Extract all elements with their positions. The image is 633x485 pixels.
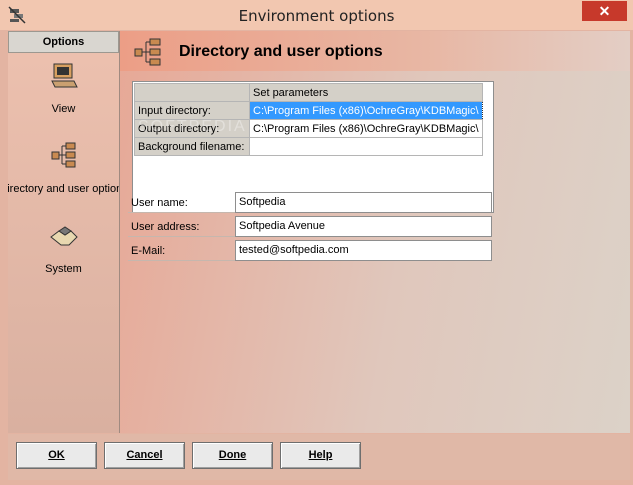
main-panel: Directory and user options Set parameter… bbox=[120, 31, 630, 433]
sidebar-item-label: System bbox=[45, 263, 82, 275]
user-name-label: User name: bbox=[128, 193, 235, 213]
output-directory-cell[interactable]: C:\Program Files (x86)\OchreGray\KDBMagi… bbox=[249, 119, 483, 138]
user-name-field[interactable]: Softpedia bbox=[235, 192, 492, 213]
grid-corner bbox=[134, 83, 250, 102]
email-field[interactable]: tested@softpedia.com bbox=[235, 240, 492, 261]
section-title: Directory and user options bbox=[179, 43, 383, 60]
done-button[interactable]: Done bbox=[192, 442, 273, 469]
cancel-button[interactable]: Cancel bbox=[104, 442, 185, 469]
watermark: SOFTPEDIA bbox=[138, 118, 247, 135]
user-address-field[interactable]: Softpedia Avenue bbox=[235, 216, 492, 237]
background-filename-cell[interactable] bbox=[249, 137, 483, 156]
ok-button[interactable]: OK bbox=[16, 442, 97, 469]
computer-icon bbox=[51, 63, 78, 88]
options-sidebar: Options View Directory and user options bbox=[8, 31, 120, 433]
grid-column-header: Set parameters bbox=[249, 83, 483, 102]
sidebar-item-system[interactable]: System bbox=[8, 221, 119, 281]
table-row: Input directory: C:\Program Files (x86)\… bbox=[134, 101, 483, 120]
window-title: Environment options bbox=[238, 7, 395, 25]
sidebar-body: View Directory and user options System bbox=[8, 53, 119, 433]
close-button[interactable]: ✕ bbox=[582, 1, 627, 21]
sidebar-item-label: View bbox=[51, 103, 76, 115]
directory-tree-icon bbox=[51, 142, 76, 168]
title-bar: Environment options ✕ bbox=[0, 0, 633, 30]
email-label: E-Mail: bbox=[128, 241, 235, 261]
main-header: Directory and user options bbox=[120, 31, 630, 71]
sidebar-item-label: Directory and user options bbox=[8, 183, 119, 195]
sidebar-item-directory[interactable]: Directory and user options bbox=[8, 141, 119, 201]
row-label-background-filename: Background filename: bbox=[134, 137, 250, 156]
help-button[interactable]: Help bbox=[280, 442, 361, 469]
input-directory-cell[interactable]: C:\Program Files (x86)\OchreGray\KDBMagi… bbox=[249, 101, 483, 120]
user-address-label: User address: bbox=[128, 217, 235, 237]
table-row: Background filename: bbox=[134, 137, 483, 156]
directory-tree-icon bbox=[134, 38, 161, 66]
row-label-input-directory: Input directory: bbox=[134, 101, 250, 120]
system-handshake-icon bbox=[50, 226, 78, 246]
sidebar-item-view[interactable]: View bbox=[8, 61, 119, 121]
sidebar-header: Options bbox=[8, 31, 119, 53]
